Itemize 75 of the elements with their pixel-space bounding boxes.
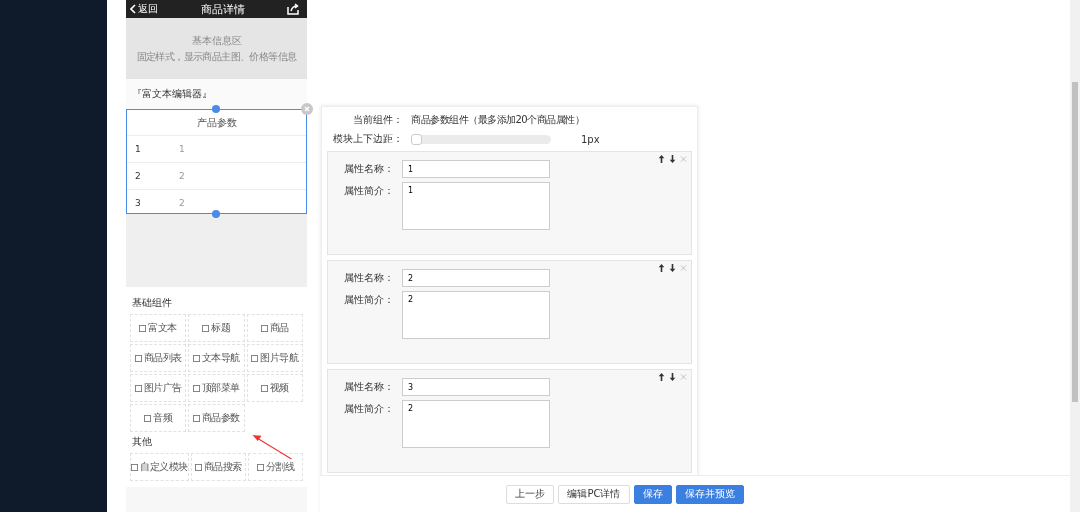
description-field[interactable]: 2 bbox=[402, 400, 550, 448]
component-button[interactable]: 视频 bbox=[246, 374, 303, 402]
name-field[interactable]: 2 bbox=[402, 269, 550, 287]
component-button[interactable]: 图片广告 bbox=[130, 374, 187, 402]
component-button[interactable]: 分割线 bbox=[247, 453, 303, 481]
component-button[interactable]: 富文本 bbox=[130, 314, 187, 342]
parameter-name: 1 bbox=[134, 144, 142, 154]
square-icon bbox=[260, 384, 268, 392]
square-icon bbox=[251, 354, 259, 362]
component-button[interactable]: 音频 bbox=[130, 404, 187, 432]
footer-button[interactable]: 保存 bbox=[633, 484, 672, 504]
component-button[interactable]: 标题 bbox=[188, 314, 245, 342]
component-button[interactable]: 商品列表 bbox=[130, 344, 187, 372]
margin-slider[interactable] bbox=[411, 134, 551, 144]
description-field[interactable]: 2 bbox=[402, 291, 550, 339]
name-field[interactable]: 1 bbox=[402, 160, 550, 178]
square-icon bbox=[193, 354, 200, 362]
square-icon bbox=[194, 463, 202, 471]
up-arrow-icon[interactable] bbox=[658, 373, 665, 381]
parameter-value: 2 bbox=[179, 171, 185, 181]
up-arrow-icon[interactable] bbox=[658, 264, 665, 272]
component-button[interactable]: 顶部菜单 bbox=[188, 374, 245, 402]
parameter-name: 2 bbox=[134, 171, 142, 181]
section-title: 基础组件 bbox=[131, 296, 173, 310]
plus-handle[interactable] bbox=[212, 105, 220, 113]
scrollbar[interactable] bbox=[1070, 0, 1080, 512]
down-arrow-icon[interactable] bbox=[669, 264, 676, 272]
square-icon bbox=[139, 324, 147, 332]
square-icon bbox=[131, 463, 138, 471]
square-icon bbox=[256, 463, 264, 471]
component-button[interactable]: 文本导航 bbox=[188, 344, 245, 372]
square-icon bbox=[260, 324, 268, 332]
parameter-name: 3 bbox=[134, 198, 142, 208]
parameter-value: 1 bbox=[179, 144, 185, 154]
square-icon bbox=[202, 324, 210, 332]
down-arrow-icon[interactable] bbox=[669, 373, 676, 381]
parameter-value: 2 bbox=[179, 198, 185, 208]
slider-thumb[interactable] bbox=[411, 133, 422, 145]
plus-handle[interactable] bbox=[212, 210, 220, 218]
down-arrow-icon[interactable] bbox=[669, 155, 676, 163]
square-icon bbox=[193, 384, 200, 392]
footer-button[interactable]: 编辑PC详情 bbox=[558, 484, 630, 504]
margin-value: 1px bbox=[581, 133, 600, 145]
component-button[interactable]: 商品搜索 bbox=[190, 453, 246, 481]
up-arrow-icon[interactable] bbox=[658, 155, 665, 163]
back-link[interactable]: 返回 bbox=[130, 2, 158, 16]
back-icon bbox=[130, 4, 136, 14]
info-description: 固定样式，显示商品主图、价格等信息 bbox=[136, 49, 297, 64]
field-label: 属性名称： bbox=[343, 271, 394, 285]
footer-button[interactable]: 上一步 bbox=[506, 484, 555, 504]
info-title: 基本信息区 bbox=[191, 33, 242, 48]
name-field[interactable]: 3 bbox=[402, 378, 550, 396]
parameter-heading: 产品参数 bbox=[127, 110, 306, 136]
section-title: 其他 bbox=[131, 435, 153, 449]
component-button[interactable]: 商品参数 bbox=[188, 404, 245, 432]
current-component: 商品参数组件（最多添加20个商品属性） bbox=[411, 113, 585, 127]
field-label: 属性简介： bbox=[343, 293, 394, 307]
description-field[interactable]: 1 bbox=[402, 182, 550, 230]
square-icon bbox=[144, 414, 152, 422]
footer-button[interactable]: 保存并预览 bbox=[675, 484, 744, 504]
page-title: 商品详情 bbox=[200, 1, 245, 17]
square-icon bbox=[193, 414, 200, 422]
field-label: 属性简介： bbox=[343, 184, 394, 198]
share-icon[interactable] bbox=[287, 3, 299, 15]
component-button[interactable]: 自定义模块 bbox=[130, 453, 189, 481]
margin-label: 模块上下边距： bbox=[332, 132, 403, 146]
parameter-block[interactable]: 产品参数 1 1 2 2 3 2 bbox=[126, 109, 307, 214]
field-label: 属性简介： bbox=[343, 402, 394, 416]
field-label: 属性名称： bbox=[343, 380, 394, 394]
component-button[interactable]: 商品 bbox=[246, 314, 303, 342]
component-button[interactable]: 图片导航 bbox=[246, 344, 303, 372]
square-icon bbox=[134, 384, 142, 392]
field-label: 属性名称： bbox=[343, 162, 394, 176]
current-label: 当前组件： bbox=[352, 113, 403, 127]
square-icon bbox=[134, 354, 142, 362]
